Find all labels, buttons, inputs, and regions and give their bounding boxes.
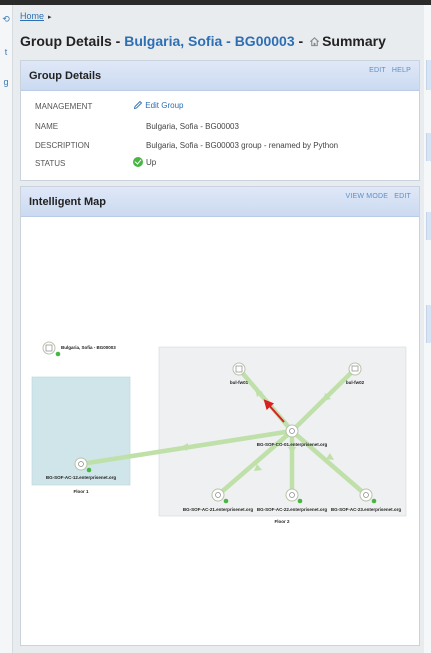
page-title-prefix: Group Details - xyxy=(20,33,125,49)
status-up-icon xyxy=(133,157,143,167)
intelligent-map-links: VIEW MODE EDIT xyxy=(341,193,411,200)
right-panel-header-4 xyxy=(426,305,431,343)
left-rail-tab-1[interactable]: ⟲ xyxy=(0,8,12,30)
map-edit-link[interactable]: EDIT xyxy=(394,193,411,200)
status-value: Up xyxy=(133,157,156,167)
node-ac21-label: BG-SOF-AC-21.enterprisenet.org xyxy=(183,507,254,512)
map-view-mode-link[interactable]: VIEW MODE xyxy=(345,193,388,200)
breadcrumb-home-link[interactable]: Home xyxy=(20,11,44,21)
status-text: Up xyxy=(146,158,157,167)
breadcrumb-separator: ▸ xyxy=(48,14,52,21)
node-ac12-label: BG-SOF-AC-12.enterprisenet.org xyxy=(46,475,117,480)
edit-group-link[interactable]: Edit Group xyxy=(133,100,183,110)
group-node[interactable]: Bulgaria, Sofia - BG00003 xyxy=(42,341,116,357)
node-ac21-status-dot xyxy=(223,498,229,504)
intelligent-map-heading: Intelligent Map xyxy=(29,196,106,208)
group-details-heading: Group Details xyxy=(29,70,102,82)
intelligent-map-card: Intelligent Map VIEW MODE EDIT Floor 1 F… xyxy=(20,186,420,646)
edit-group-label: Edit Group xyxy=(145,101,184,110)
description-value: Bulgaria, Sofia - BG00003 group - rename… xyxy=(146,141,339,150)
page-title-summary: Summary xyxy=(322,33,386,49)
node-ac22-status-dot xyxy=(297,498,303,504)
name-value: Bulgaria, Sofia - BG00003 xyxy=(146,122,239,131)
left-rail-tab-2[interactable]: t xyxy=(0,41,12,63)
node-ac23-status-dot xyxy=(371,498,377,504)
page-title: Group Details - Bulgaria, Sofia - BG0000… xyxy=(20,33,386,49)
node-fw02-label: bul-fw02 xyxy=(346,380,365,385)
pencil-icon xyxy=(133,100,143,110)
group-details-header: Group Details EDIT HELP xyxy=(21,61,419,91)
page-title-group: Bulgaria, Sofia - BG00003 xyxy=(124,33,295,49)
group-details-links: EDIT HELP xyxy=(365,67,411,74)
intelligent-map-header: Intelligent Map VIEW MODE EDIT xyxy=(21,187,419,217)
node-fw01-label: bul-fw01 xyxy=(230,380,249,385)
group-node-status-dot xyxy=(55,351,61,357)
management-label: MANAGEMENT xyxy=(35,102,93,111)
page-title-dash: - xyxy=(294,33,308,49)
top-bar xyxy=(0,0,431,5)
left-rail-tab-3[interactable]: g xyxy=(0,71,12,93)
right-panel-header-1 xyxy=(426,60,431,90)
group-details-edit-link[interactable]: EDIT xyxy=(369,67,386,74)
group-node-label: Bulgaria, Sofia - BG00003 xyxy=(61,345,116,350)
floor-2-label: Floor 2 xyxy=(274,519,289,524)
node-ac23-label: BG-SOF-AC-23.enterprisenet.org xyxy=(331,507,402,512)
node-ac22-label: BG-SOF-AC-22.enterprisenet.org xyxy=(257,507,328,512)
right-panel-header-3 xyxy=(426,212,431,240)
name-label: NAME xyxy=(35,122,59,131)
home-icon xyxy=(310,37,320,47)
intelligent-map-canvas[interactable]: Floor 1 Floor 2 Bulgaria, Sofia - BG0000… xyxy=(21,217,419,645)
breadcrumb: Home ▸ xyxy=(20,11,52,21)
group-details-card: Group Details EDIT HELP MANAGEMENT Edit … xyxy=(20,60,420,181)
node-ac12-status-dot xyxy=(86,467,92,473)
group-details-help-link[interactable]: HELP xyxy=(392,67,411,74)
floor-1-label: Floor 1 xyxy=(73,489,88,494)
node-co01-label: BG-SOF-CO-01.enterprisenet.org xyxy=(257,442,328,447)
right-panel-header-2 xyxy=(426,133,431,161)
left-rail: ⟲ t g xyxy=(0,5,13,653)
status-label: STATUS xyxy=(35,159,66,168)
description-label: DESCRIPTION xyxy=(35,141,90,150)
